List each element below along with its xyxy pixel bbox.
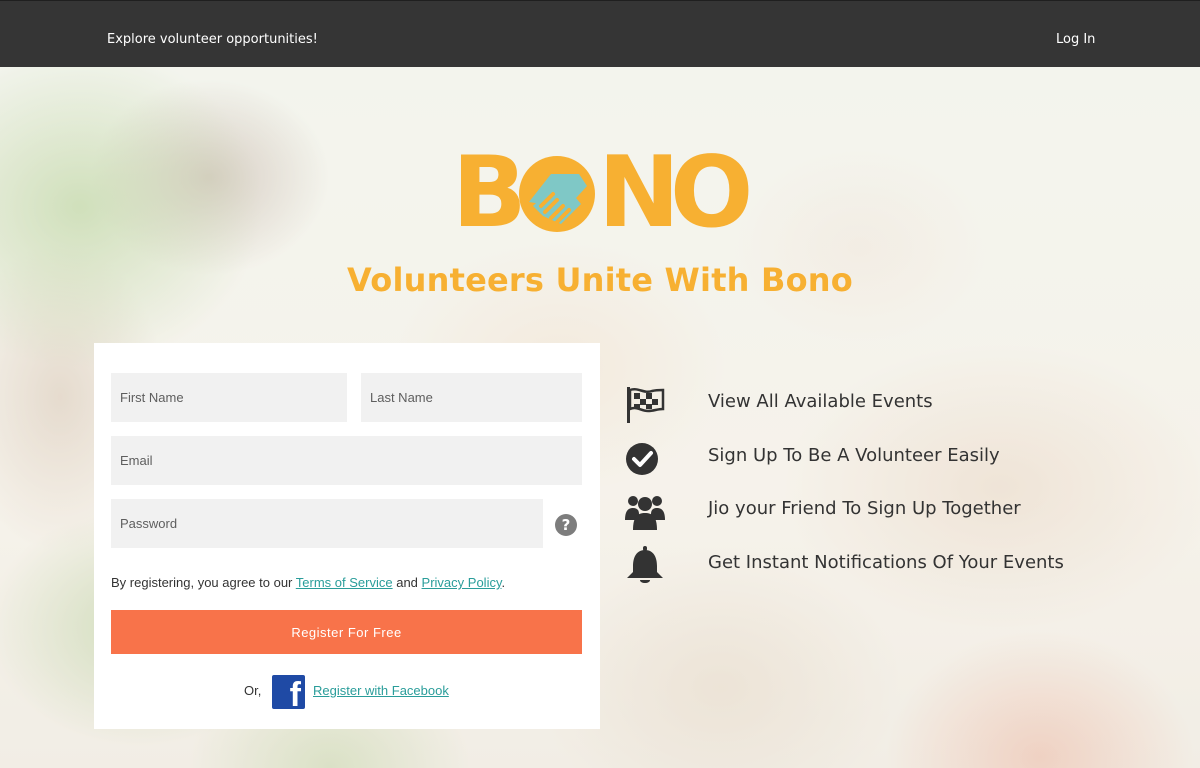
- terms-prefix-text: By registering, you agree to our: [111, 575, 293, 590]
- feature-item-signup: Sign Up To Be A Volunteer Easily: [624, 439, 1084, 479]
- last-name-field[interactable]: [361, 373, 582, 422]
- terms-of-service-link[interactable]: Terms of Service: [296, 575, 393, 590]
- feature-item-notifications: Get Instant Notifications Of Your Events: [624, 546, 1084, 586]
- explore-opportunities-link[interactable]: Explore volunteer opportunities!: [107, 32, 318, 47]
- privacy-policy-link[interactable]: Privacy Policy: [422, 575, 502, 590]
- bell-icon: [624, 546, 666, 586]
- facebook-glyph: f: [289, 676, 301, 709]
- feature-item-friends: Jio your Friend To Sign Up Together: [624, 492, 1084, 532]
- terms-and-text: and: [396, 575, 418, 590]
- feature-label: View All Available Events: [708, 391, 933, 412]
- top-navbar: Explore volunteer opportunities! Log In: [0, 0, 1200, 67]
- feature-label: Jio your Friend To Sign Up Together: [708, 498, 1021, 519]
- checkered-flag-icon: [624, 385, 666, 425]
- logo-letter-o: O: [670, 136, 754, 250]
- terms-notice: By registering, you agree to our Terms o…: [111, 575, 505, 590]
- password-help-icon[interactable]: ?: [555, 514, 577, 536]
- login-link[interactable]: Log In: [1056, 32, 1095, 47]
- register-with-facebook-link[interactable]: Register with Facebook: [313, 683, 449, 698]
- or-text: Or,: [244, 683, 262, 698]
- feature-label: Get Instant Notifications Of Your Events: [708, 552, 1064, 573]
- terms-suffix-text: .: [501, 575, 506, 590]
- facebook-icon[interactable]: f: [272, 675, 305, 709]
- registration-form-card: ? By registering, you agree to our Terms…: [94, 343, 600, 729]
- first-name-field[interactable]: [111, 373, 347, 422]
- password-field[interactable]: [111, 499, 543, 548]
- tagline-heading: Volunteers Unite With Bono: [347, 261, 853, 299]
- email-field[interactable]: [111, 436, 582, 485]
- feature-item-events: View All Available Events: [624, 385, 1084, 425]
- check-circle-icon: [624, 439, 666, 479]
- group-icon: [624, 492, 666, 532]
- register-button[interactable]: Register For Free: [111, 610, 582, 654]
- logo-letter-n: N: [598, 136, 681, 250]
- handshake-icon: [515, 152, 599, 236]
- feature-label: Sign Up To Be A Volunteer Easily: [708, 445, 1000, 466]
- bono-logo: B N O: [452, 144, 753, 242]
